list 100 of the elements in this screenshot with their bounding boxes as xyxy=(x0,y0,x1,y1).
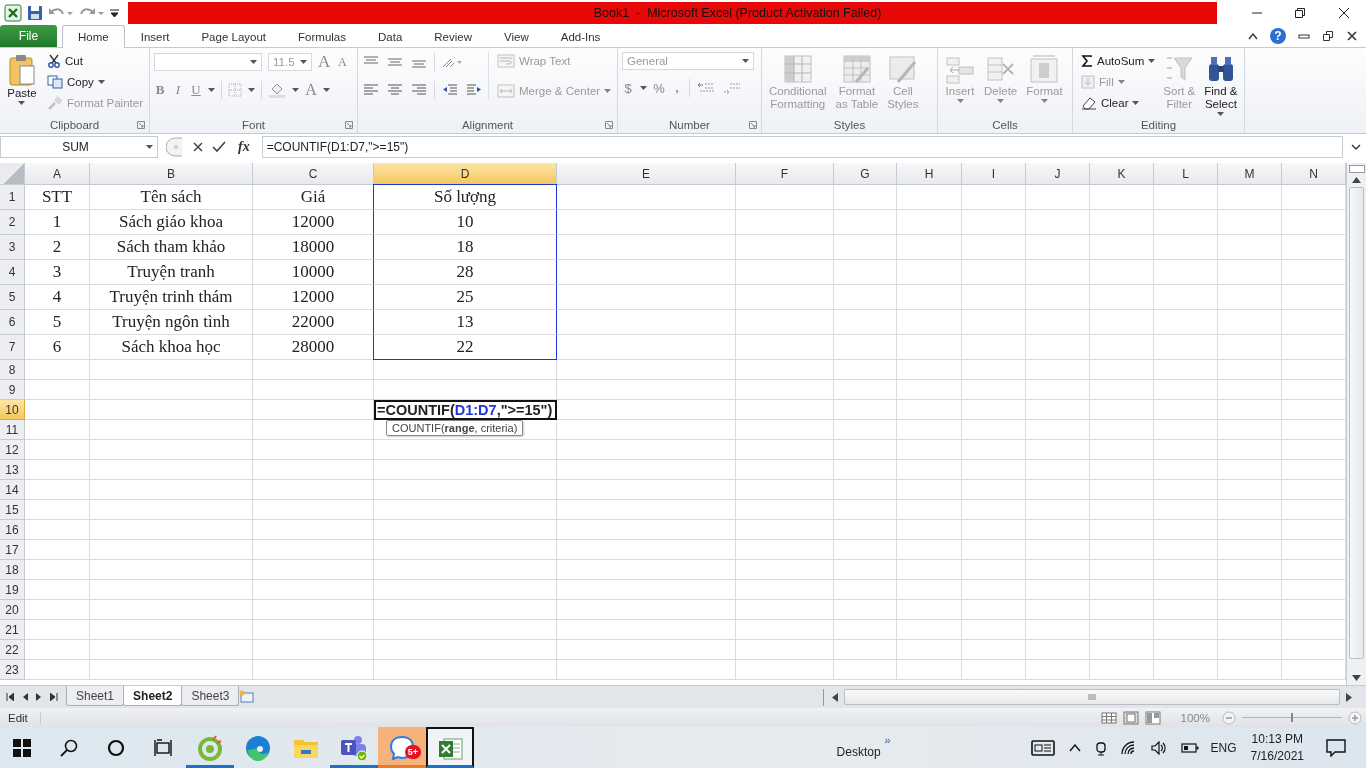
previous-sheet-icon[interactable] xyxy=(22,693,28,701)
column-header[interactable]: B xyxy=(90,163,253,185)
empty-cell[interactable] xyxy=(1218,380,1282,400)
empty-cell[interactable] xyxy=(962,660,1026,680)
empty-cell[interactable] xyxy=(1026,260,1090,285)
dialog-launcher-icon[interactable] xyxy=(605,121,613,129)
empty-cell[interactable] xyxy=(253,380,374,400)
empty-cell[interactable] xyxy=(897,580,962,600)
name-box[interactable]: SUM xyxy=(0,136,158,158)
restore-icon[interactable] xyxy=(1294,6,1307,19)
empty-cell[interactable] xyxy=(736,520,834,540)
customize-toolbar-icon[interactable] xyxy=(110,6,119,19)
scroll-thumb[interactable] xyxy=(1349,187,1364,659)
empty-cell[interactable] xyxy=(557,335,736,360)
empty-cell[interactable] xyxy=(1218,500,1282,520)
empty-cell[interactable] xyxy=(557,500,736,520)
empty-cell[interactable] xyxy=(1026,600,1090,620)
empty-cell[interactable] xyxy=(374,420,557,440)
desktop-toolbar-label[interactable]: Desktop xyxy=(836,745,881,759)
empty-cell[interactable] xyxy=(736,660,834,680)
empty-cell[interactable] xyxy=(253,620,374,640)
ribbon-tab[interactable]: Home xyxy=(62,25,125,48)
empty-cell[interactable] xyxy=(90,400,253,420)
empty-cell[interactable] xyxy=(897,260,962,285)
empty-cell[interactable] xyxy=(557,620,736,640)
empty-cell[interactable] xyxy=(897,185,962,210)
row-header[interactable]: 17 xyxy=(0,540,25,560)
empty-cell[interactable] xyxy=(90,480,253,500)
empty-cell[interactable] xyxy=(90,520,253,540)
empty-cell[interactable] xyxy=(1090,580,1154,600)
ribbon-tab[interactable]: Data xyxy=(362,25,419,47)
help-button[interactable]: ? xyxy=(1270,28,1286,44)
empty-cell[interactable] xyxy=(1026,580,1090,600)
split-handle[interactable] xyxy=(1348,165,1365,173)
speaker-icon[interactable] xyxy=(1150,740,1167,755)
empty-cell[interactable] xyxy=(834,620,897,640)
empty-cell[interactable] xyxy=(374,660,557,680)
cut-button[interactable]: Cut xyxy=(44,52,145,70)
empty-cell[interactable] xyxy=(557,380,736,400)
empty-cell[interactable] xyxy=(1218,400,1282,420)
empty-cell[interactable] xyxy=(557,580,736,600)
empty-cell[interactable] xyxy=(1218,235,1282,260)
column-header[interactable]: F xyxy=(736,163,834,185)
empty-cell[interactable] xyxy=(90,380,253,400)
column-header[interactable]: C xyxy=(253,163,374,185)
increase-decimal-icon[interactable] xyxy=(696,81,716,95)
empty-cell[interactable] xyxy=(962,380,1026,400)
wifi-icon[interactable] xyxy=(1120,740,1137,755)
empty-cell[interactable] xyxy=(1090,210,1154,235)
row-header[interactable]: 23 xyxy=(0,660,25,680)
empty-cell[interactable] xyxy=(1218,480,1282,500)
empty-cell[interactable] xyxy=(90,560,253,580)
empty-cell[interactable] xyxy=(253,460,374,480)
column-header[interactable]: G xyxy=(834,163,897,185)
empty-cell[interactable] xyxy=(1090,500,1154,520)
empty-cell[interactable] xyxy=(1154,540,1218,560)
empty-cell[interactable] xyxy=(253,640,374,660)
empty-cell[interactable] xyxy=(1026,460,1090,480)
empty-cell[interactable] xyxy=(897,210,962,235)
empty-cell[interactable] xyxy=(1218,335,1282,360)
empty-cell[interactable] xyxy=(897,640,962,660)
row-header[interactable]: 9 xyxy=(0,380,25,400)
empty-cell[interactable] xyxy=(834,360,897,380)
empty-cell[interactable] xyxy=(897,660,962,680)
empty-cell[interactable] xyxy=(1090,310,1154,335)
empty-cell[interactable] xyxy=(1026,540,1090,560)
empty-cell[interactable] xyxy=(962,460,1026,480)
empty-cell[interactable] xyxy=(1026,500,1090,520)
empty-cell[interactable] xyxy=(374,480,557,500)
empty-cell[interactable] xyxy=(1090,640,1154,660)
empty-cell[interactable] xyxy=(557,600,736,620)
empty-cell[interactable] xyxy=(1154,600,1218,620)
empty-cell[interactable] xyxy=(897,335,962,360)
row-header[interactable]: 15 xyxy=(0,500,25,520)
empty-cell[interactable] xyxy=(1218,640,1282,660)
select-all-corner[interactable] xyxy=(0,163,25,185)
empty-cell[interactable] xyxy=(1026,420,1090,440)
close-icon[interactable] xyxy=(1338,6,1351,19)
row-header[interactable]: 7 xyxy=(0,335,25,360)
empty-cell[interactable] xyxy=(253,520,374,540)
empty-cell[interactable] xyxy=(897,285,962,310)
empty-cell[interactable] xyxy=(557,285,736,310)
windows-start-icon[interactable] xyxy=(13,738,31,757)
empty-cell[interactable] xyxy=(557,420,736,440)
empty-cell[interactable] xyxy=(897,360,962,380)
empty-cell[interactable] xyxy=(1026,560,1090,580)
empty-cell[interactable] xyxy=(1154,400,1218,420)
empty-cell[interactable] xyxy=(374,580,557,600)
empty-cell[interactable] xyxy=(1218,600,1282,620)
ribbon-tab[interactable]: Add-Ins xyxy=(544,25,617,47)
empty-cell[interactable] xyxy=(1026,235,1090,260)
normal-view-icon[interactable] xyxy=(1100,710,1117,725)
empty-cell[interactable] xyxy=(736,600,834,620)
column-header[interactable]: L xyxy=(1154,163,1218,185)
shrink-font-button[interactable]: A xyxy=(336,54,349,70)
insert-sheet-icon[interactable] xyxy=(238,690,257,704)
empty-cell[interactable] xyxy=(557,185,736,210)
empty-cell[interactable] xyxy=(253,360,374,380)
empty-cell[interactable] xyxy=(897,310,962,335)
search-icon[interactable] xyxy=(60,738,78,757)
